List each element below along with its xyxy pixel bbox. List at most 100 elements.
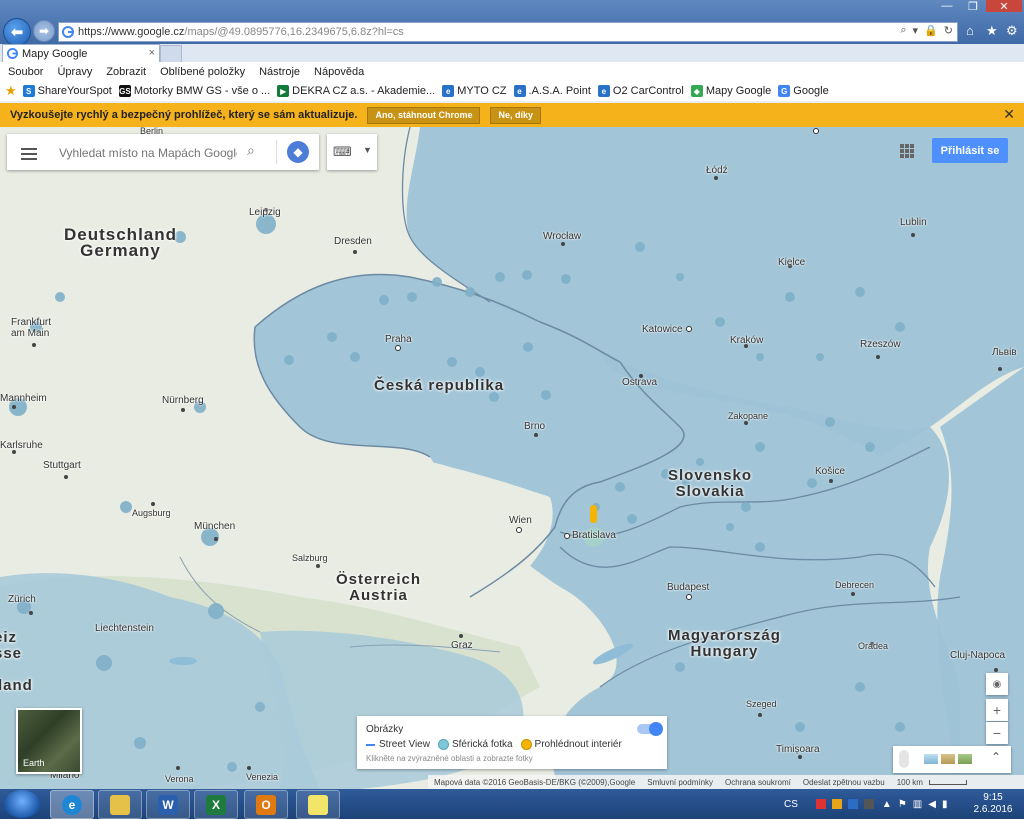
favorite-icon: G [778,85,791,97]
earth-view-toggle[interactable]: Earth [16,708,82,774]
zoom-in-button[interactable]: + [986,699,1008,721]
scale-label[interactable]: 100 km [897,778,923,787]
refresh-icon[interactable]: ↻ [944,24,953,37]
feedback-link[interactable]: Odeslat zpětnou vazbu [803,778,885,787]
taskbar-app-ie[interactable]: e [50,790,94,819]
browser-chrome: — ❐ ✕ ⬅ ➡ https://www.google.cz/maps/@49… [0,0,1024,103]
interior-dot-icon [520,739,532,750]
favorite-item[interactable]: ◆ Mapy Google [690,85,772,97]
map-canvas[interactable]: Deutschland Germany Česká republika Slove… [0,127,1024,789]
language-indicator[interactable]: CS [784,799,798,810]
arrow-right-icon: ➡ [38,24,50,38]
terms-link[interactable]: Smluvní podmínky [647,778,713,787]
taskbar-app-explorer[interactable] [98,790,142,819]
favorites-add-star-icon[interactable]: ★ [5,83,17,99]
favorite-icon: S [22,85,35,97]
tab-close-button[interactable]: × [149,47,155,59]
apps-grid-icon[interactable] [900,144,914,158]
folder-icon [110,794,130,815]
address-bar[interactable]: https://www.google.cz/maps/@49.0895776,1… [58,22,958,42]
menu-oblibene-polozky[interactable]: Oblíbené položky [160,66,245,78]
privacy-link[interactable]: Ochrana soukromí [725,778,791,787]
favorite-item[interactable]: ▶ DEKRA CZ a.s. - Akademie... [277,85,435,97]
favorite-item[interactable]: S ShareYourSpot [22,85,112,97]
sign-in-button[interactable]: Přihlásit se [932,138,1008,163]
search-icon[interactable]: ⌕ [247,142,255,159]
favorite-item[interactable]: e O2 CarControl [597,85,684,97]
favorite-label: Mapy Google [705,85,772,97]
photo-thumb-icon[interactable] [924,754,938,764]
directions-button[interactable]: ◆ [287,141,309,163]
imagery-toggle[interactable] [637,722,663,736]
forward-button[interactable]: ➡ [33,20,55,42]
city-label: Salzburg [292,553,328,563]
expand-chevron-icon[interactable]: ⌃ [991,750,1001,764]
photo-thumb-icon[interactable] [958,754,972,764]
settings-gear-icon[interactable]: ⚙ [1006,23,1018,39]
menu-napoveda[interactable]: Nápověda [314,66,364,78]
city-label: Budapest [667,582,710,593]
volume-icon[interactable]: ◀ [928,799,936,810]
power-icon[interactable]: ▮ [942,799,948,810]
network-icon[interactable]: ▥ [913,799,922,810]
taskbar-app-excel[interactable]: X [194,790,238,819]
menu-nastroje[interactable]: Nástroje [259,66,300,78]
favorite-label: DEKRA CZ a.s. - Akademie... [292,85,436,97]
country-name-en: Germany [80,241,161,260]
country-label-czech: Česká republika [374,378,504,394]
city-label: Venezia [246,772,279,782]
back-button[interactable]: ⬅ [3,18,31,46]
pegman-marker[interactable] [590,505,597,523]
tray-app-icon[interactable] [847,799,858,809]
infobar-close-button[interactable]: ✕ [1003,106,1015,123]
minimize-button[interactable]: — [934,0,960,12]
clock[interactable]: 9:15 2.6.2016 [968,792,1018,816]
menu-soubor[interactable]: Soubor [8,66,43,78]
menu-upravy[interactable]: Úpravy [57,66,92,78]
favorite-item[interactable]: e .A.S.A. Point [513,85,591,97]
search-icon[interactable]: ⌕ [900,24,906,37]
favorites-star-icon[interactable]: ★ [986,23,998,39]
flag-icon[interactable]: ⚑ [898,799,907,810]
chrome-promo-infobar: Vyzkoušejte rychlý a bezpečný prohlížeč,… [0,103,1024,127]
download-chrome-button[interactable]: Ano, stáhnout Chrome [367,106,481,124]
favorite-item[interactable]: e MYTO CZ [442,85,507,97]
lock-icon[interactable]: 🔒 [924,24,938,37]
new-tab-button[interactable] [160,45,182,63]
photo-thumb-icon[interactable] [941,754,955,764]
taskbar-app-outlook[interactable]: O [244,790,288,819]
favorite-item[interactable]: GS Motorky BMW GS - vše o ... [118,85,270,97]
favorite-icon: e [513,85,526,97]
favorite-item[interactable]: G Google [778,85,829,97]
search-input[interactable] [57,142,239,164]
tab-mapy-google[interactable]: Mapy Google × [2,44,160,62]
clock-date: 2.6.2016 [973,804,1013,815]
pegman-icon[interactable] [899,750,909,768]
start-button[interactable] [4,790,40,818]
dropdown-icon[interactable]: ▾ [913,24,919,37]
decline-button[interactable]: Ne, díky [490,106,541,124]
close-window-button[interactable]: ✕ [986,0,1022,13]
hamburger-menu-icon[interactable] [21,145,37,163]
city-label: Lublin [900,217,927,228]
my-location-button[interactable]: ◉ [986,673,1008,695]
favorite-label: Google [793,85,829,97]
city-label: München [194,521,236,532]
chevron-down-icon[interactable]: ▼ [363,145,372,155]
taskbar-app-notes[interactable] [296,790,340,819]
url-path: /maps/@49.0895776,16.2349675,6.8z?hl=cs [184,26,404,38]
country-name-en: Hungary [690,643,759,660]
keyboard-icon[interactable]: ⌨ [333,144,352,160]
zoom-out-button[interactable]: − [986,722,1008,744]
tray-expand-icon[interactable]: ▲ [882,799,892,810]
tray-app-icon[interactable] [831,799,842,809]
maximize-button[interactable]: ❐ [960,0,986,13]
menu-zobrazit[interactable]: Zobrazit [106,66,146,78]
taskbar-app-word[interactable]: W [146,790,190,819]
url-text[interactable]: https://www.google.cz/maps/@49.0895776,1… [78,26,404,38]
tray-app-icon[interactable] [815,799,826,809]
home-icon[interactable]: ⌂ [966,23,974,38]
map-data-credit: Mapová data ©2016 GeoBasis-DE/BKG (©2009… [434,777,636,787]
city-label: Brno [524,421,546,432]
tray-app-icon[interactable] [863,799,874,809]
